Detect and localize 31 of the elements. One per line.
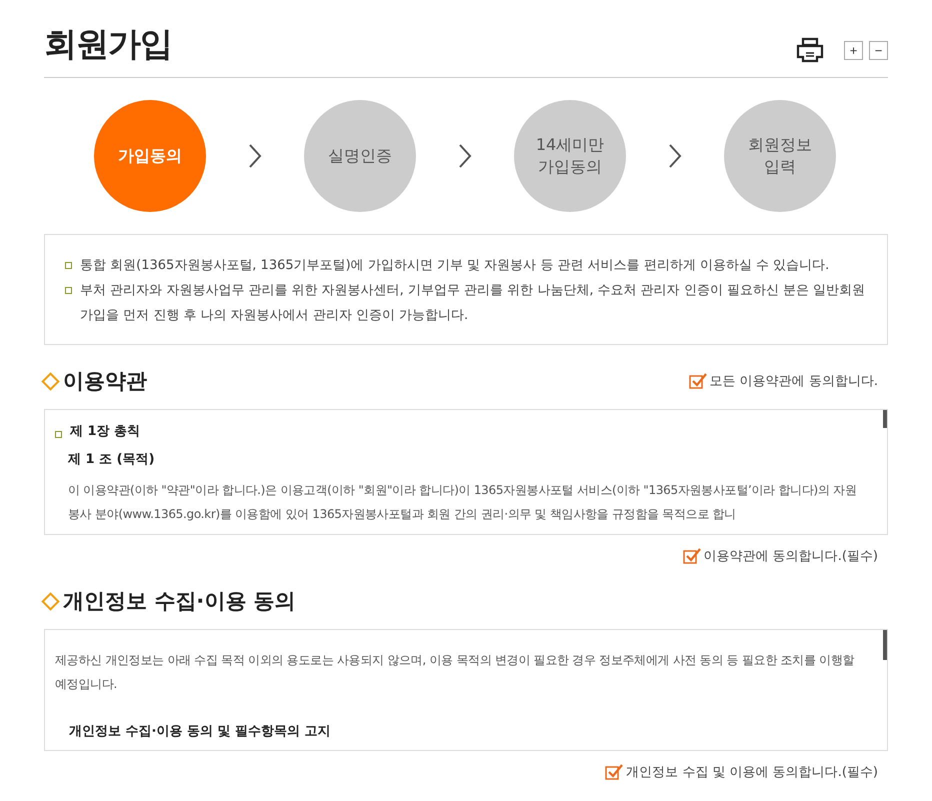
privacy-agree-checkbox[interactable]: 개인정보 수집 및 이용에 동의합니다.(필수) [605,763,878,781]
zoom-in-button[interactable]: + [844,40,863,60]
checkbox-icon [688,373,707,389]
print-icon[interactable] [796,37,824,63]
chevron-icon [248,143,262,169]
step-circle: 가입동의 [94,100,206,212]
terms-agree-checkbox[interactable]: 이용약관에 동의합니다.(필수) [682,547,878,565]
scrollbar-thumb[interactable] [883,410,887,428]
privacy-intro-text: 제공하신 개인정보는 아래 수집 목적 이외의 용도로는 사용되지 않으며, 이용 목적의 변경이 필요한 경우 정보주체에게 사전 동의 등 필요한 조치를 이행할 예정입니다. [55,652,856,693]
section-title: 이용약관 [63,368,147,395]
step-circle: 회원정보 입력 [724,100,836,212]
agree-all-checkbox[interactable]: 모든 이용약관에 동의합니다. [688,372,878,390]
chapter-title: 제 1장 총칙 [70,423,140,440]
bullet-icon [55,431,62,438]
notice-text: 통합 회원(1365자원봉사포털, 1365기부포털)에 가입하시면 기부 및 자원봉사 등 관련 서비스를 편리하게 이용하실 수 있습니다. [80,257,830,275]
checkbox-icon [605,764,624,780]
step-circle: 실명인증 [304,100,416,212]
bullet-icon [65,287,72,294]
privacy-heading: 개인정보 수집·이용 동의 및 필수항목의 고지 [69,723,332,740]
bullet-icon [65,262,72,269]
terms-text: 이 이용약관(이하 "약관"이라 합니다.)은 이용고객(이하 "회원"이라 합니다)이 1365자원봉사포털 서비스(이하 "1365자원봉사포털’이라 합니다)의 자원봉사 분야(www.1365.go.kr)를 이용함에 있어 1365자원봉사포털과 회원 간의 권리·의무 및 책임사항을 규정함을 목적으로 합니 [68,482,858,523]
scrollbar-thumb[interactable] [883,630,887,660]
chevron-icon [458,143,472,169]
article-title: 제 1 조 (목적) [68,451,156,468]
section-title: 개인정보 수집·이용 동의 [63,588,296,615]
page-title: 회원가입 [44,23,172,65]
notice-text: 부처 관리자와 자원봉사업무 관리를 위한 자원봉사센터, 기부업무 관리를 위한 나눔단체, 수요처 관리자 인증이 필요하신 분은 일반회원 가입을 먼저 진행 후 나의 자원봉사에서 관리자 인증이 가능합니다. [80,282,866,325]
zoom-out-button[interactable]: − [869,40,888,60]
chevron-icon [668,143,682,169]
checkbox-icon [682,548,701,564]
step-circle: 14세미만 가입동의 [514,100,626,212]
